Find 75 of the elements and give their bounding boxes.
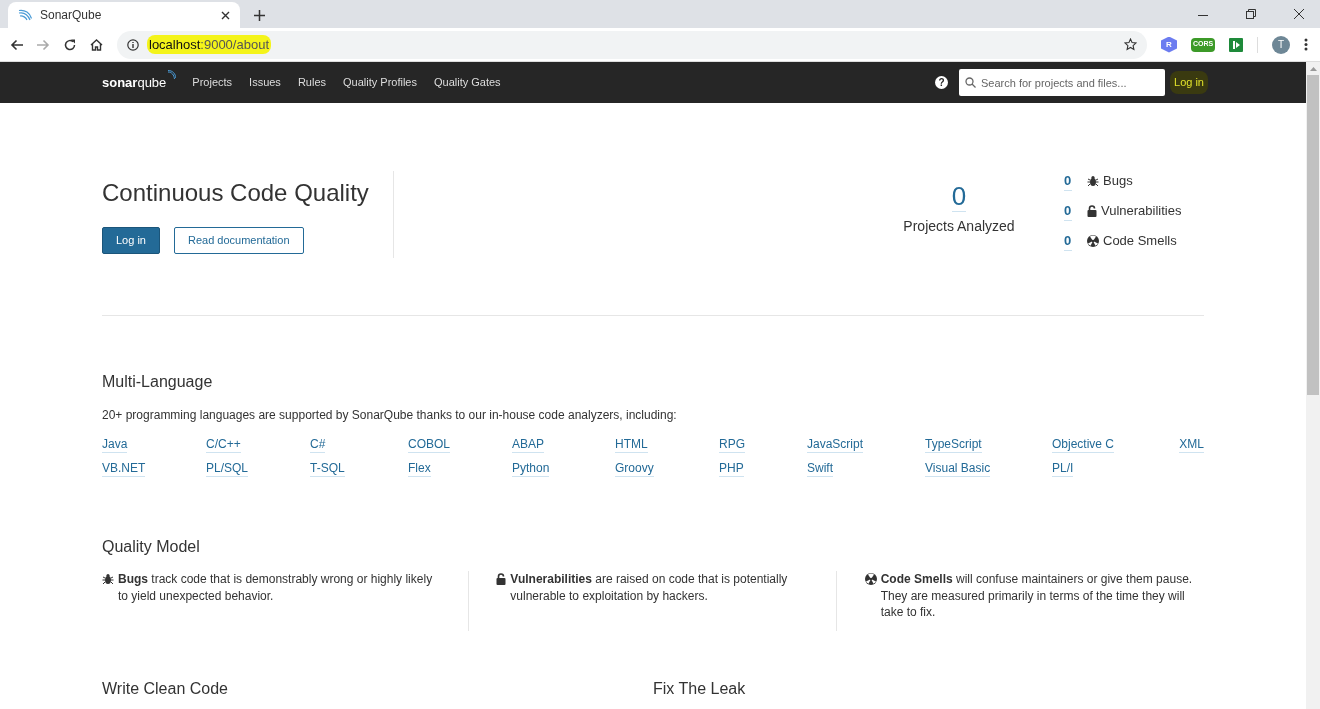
login-button[interactable]: Log in <box>102 227 160 254</box>
scrollbar[interactable] <box>1306 62 1320 709</box>
login-link[interactable]: Log in <box>1170 71 1208 94</box>
padlock-icon <box>496 573 507 585</box>
reload-icon[interactable] <box>64 38 76 51</box>
info-icon <box>127 38 139 51</box>
quality-model-description: Vulnerabilities are raised on code that is potentially vulnerable to exploitation by hackers. <box>510 571 789 605</box>
issue-type-label: Code Smells <box>1103 232 1177 251</box>
section-title: Fix The Leak <box>653 678 746 699</box>
language-link[interactable]: T-SQL <box>310 461 345 477</box>
menu-icon[interactable] <box>1304 38 1308 51</box>
radiation-icon <box>864 573 877 585</box>
issue-type-label: Bugs <box>1103 172 1133 191</box>
language-link[interactable]: JavaScript <box>807 437 864 453</box>
tab-title: SonarQube <box>40 7 103 24</box>
hero-title: Continuous Code Quality <box>102 178 370 208</box>
language-link[interactable]: HTML <box>615 437 648 453</box>
section-title: Write Clean Code <box>102 678 228 699</box>
language-link[interactable]: COBOL <box>408 437 450 453</box>
language-link[interactable]: Visual Basic <box>925 461 991 477</box>
issue-type-label: Vulnerabilities <box>1101 202 1182 221</box>
projects-count[interactable]: 0 <box>951 181 967 212</box>
language-link[interactable]: TypeScript <box>925 437 982 453</box>
language-link[interactable]: PL/I <box>1052 461 1074 477</box>
language-link[interactable]: Swift <box>807 461 833 477</box>
section-title: Multi-Language <box>102 372 214 392</box>
language-link[interactable]: Flex <box>408 461 431 477</box>
address-bar[interactable]: localhost:9000/about <box>117 30 1147 59</box>
bug-icon <box>1087 175 1099 187</box>
new-tab-icon[interactable] <box>254 10 265 21</box>
extension-icon[interactable] <box>1229 37 1243 52</box>
language-link[interactable]: ABAP <box>512 437 544 453</box>
language-link[interactable]: Python <box>512 461 550 477</box>
language-link[interactable]: PL/SQL <box>206 461 249 477</box>
nav-link[interactable]: Issues <box>249 74 281 91</box>
issue-count[interactable]: 0 <box>1064 170 1072 192</box>
restore-icon[interactable] <box>1246 9 1256 19</box>
url-text: localhost:9000/about <box>147 34 271 55</box>
section-description: 20+ programming languages are supported by SonarQube thanks to our in-house code analyzers, including: <box>102 407 678 424</box>
close-icon[interactable] <box>1294 9 1304 19</box>
language-link[interactable]: VB.NET <box>102 461 146 477</box>
search-field[interactable]: Search for projects and files... <box>959 69 1165 96</box>
quality-model-description: Bugs track code that is demonstrably wrong or highly likely to yield unexpected behavior. <box>118 571 434 605</box>
section-title: Quality Model <box>102 537 201 557</box>
language-link[interactable]: Groovy <box>615 461 654 477</box>
padlock-icon <box>1087 205 1097 217</box>
language-link[interactable]: Objective C <box>1052 437 1115 453</box>
back-arrow-icon[interactable] <box>10 38 23 51</box>
language-link[interactable]: PHP <box>719 461 744 477</box>
browser-tab[interactable]: SonarQube <box>8 2 240 28</box>
help-icon[interactable]: ? <box>935 76 948 89</box>
nav-link[interactable]: Quality Profiles <box>343 74 417 91</box>
language-link[interactable]: Java <box>102 437 128 453</box>
home-icon[interactable] <box>90 38 103 51</box>
sonarqube-logo[interactable]: sonarqube <box>102 72 177 93</box>
language-link[interactable]: XML <box>1179 437 1204 453</box>
read-documentation-button[interactable]: Read documentation <box>174 227 304 254</box>
quality-model-description: Code Smells will confuse maintainers or give them pause. They are measured primarily in terms of the time they will take to fix. <box>880 571 1194 621</box>
search-icon <box>965 77 976 88</box>
projects-label: Projects Analyzed <box>903 217 1015 236</box>
extension-icon[interactable]: R <box>1161 36 1177 53</box>
star-icon[interactable] <box>1124 38 1137 51</box>
nav-link[interactable]: Quality Gates <box>434 74 501 91</box>
language-link[interactable]: C# <box>310 437 326 453</box>
language-link[interactable]: C/C++ <box>206 437 241 453</box>
profile-avatar[interactable]: T <box>1272 35 1290 54</box>
radiation-icon <box>1087 235 1099 247</box>
nav-link[interactable]: Projects <box>192 74 233 91</box>
bug-icon <box>102 573 114 585</box>
sonar-waves-icon <box>18 9 32 21</box>
close-icon[interactable] <box>221 10 230 20</box>
nav-link[interactable]: Rules <box>297 74 326 91</box>
issue-count[interactable]: 0 <box>1064 230 1072 252</box>
issue-count[interactable]: 0 <box>1064 200 1072 222</box>
language-link[interactable]: RPG <box>719 437 745 453</box>
